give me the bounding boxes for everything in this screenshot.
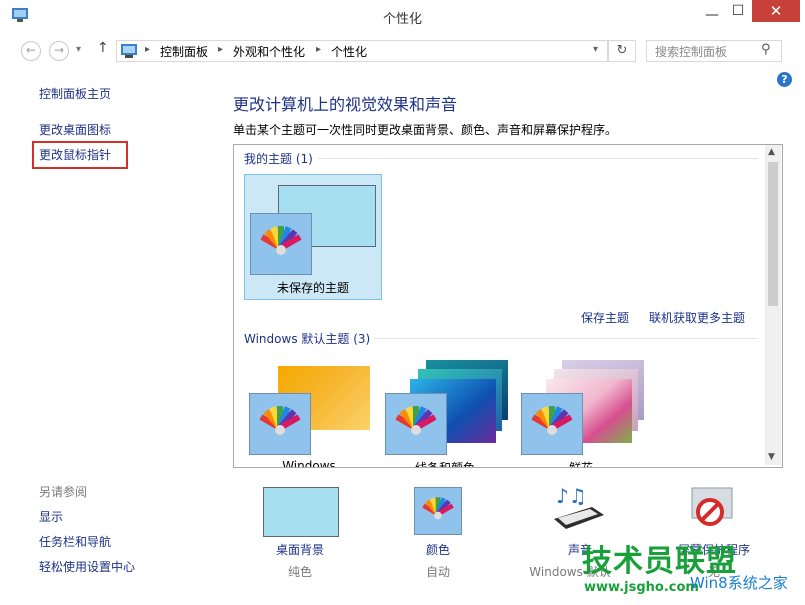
color-palette-icon	[249, 393, 311, 455]
see-also-ease-of-access[interactable]: 轻松使用设置中心	[39, 558, 135, 575]
scrollbar-thumb[interactable]	[768, 162, 778, 306]
desktop-background-link[interactable]: 桌面背景	[250, 541, 350, 558]
scroll-up-icon[interactable]: ▲	[768, 147, 775, 157]
watermark-url: www.jsgho.com	[584, 580, 699, 595]
page-description: 单击某个主题可一次性同时更改桌面背景、颜色、声音和屏幕保护程序。	[233, 123, 618, 137]
desktop-background-icon[interactable]	[263, 487, 339, 537]
search-icon: ⚲	[761, 42, 771, 57]
section-divider	[318, 158, 758, 159]
search-placeholder: 搜索控制面板	[655, 45, 728, 59]
default-themes-label: Windows 默认主题 (3)	[244, 332, 371, 346]
sidebar-change-desktop-icons[interactable]: 更改桌面图标	[39, 121, 111, 138]
sidebar-home-link[interactable]: 控制面板主页	[39, 85, 111, 102]
desktop-background-value: 纯色	[287, 565, 312, 579]
minimize-button[interactable]: —	[698, 4, 726, 28]
screen-saver-icon[interactable]	[686, 486, 742, 534]
up-button[interactable]: ↑	[97, 40, 109, 56]
control-panel-icon	[121, 44, 137, 58]
svg-text:♪♫: ♪♫	[556, 485, 587, 508]
sounds-icon[interactable]: ♪♫	[552, 485, 606, 537]
color-link[interactable]: 颜色	[388, 541, 488, 558]
color-palette-icon	[250, 213, 312, 275]
window-title: 个性化	[382, 12, 422, 27]
breadcrumb-chevron-icon: ▸	[145, 44, 151, 55]
address-dropdown-icon[interactable]: ▾	[593, 44, 598, 55]
theme-flowers-tile[interactable]: 鲜花	[516, 357, 646, 468]
color-icon[interactable]	[414, 487, 462, 535]
scroll-down-icon[interactable]: ▼	[768, 452, 775, 462]
theme-windows-label: Windows	[282, 459, 336, 468]
back-button[interactable]: ←	[21, 41, 41, 61]
sidebar-change-mouse-pointers[interactable]: 更改鼠标指针	[39, 146, 111, 163]
address-bar[interactable]: ▸ 控制面板 ▸ 外观和个性化 ▸ 个性化 ▾	[116, 40, 608, 62]
color-palette-icon	[521, 393, 583, 455]
close-button[interactable]: ✕	[752, 0, 800, 22]
theme-flowers-label: 鲜花	[568, 461, 593, 468]
theme-lines-colors-tile[interactable]: 线条和颜色	[380, 357, 510, 468]
breadcrumb-personalization[interactable]: 个性化	[331, 43, 367, 60]
my-themes-label: 我的主题 (1)	[244, 152, 313, 166]
see-also-taskbar[interactable]: 任务栏和导航	[39, 533, 111, 550]
unsaved-theme-tile[interactable]: 未保存的主题	[244, 174, 382, 300]
color-palette-icon	[385, 393, 447, 455]
breadcrumb-chevron-icon: ▸	[316, 44, 322, 55]
search-input[interactable]: 搜索控制面板 ⚲	[646, 40, 782, 62]
theme-windows-tile[interactable]: Windows	[244, 357, 374, 468]
forward-button[interactable]: →	[49, 41, 69, 61]
section-divider	[374, 338, 758, 339]
unsaved-theme-label: 未保存的主题	[276, 281, 349, 295]
refresh-button[interactable]: ↻	[608, 40, 636, 62]
maximize-button[interactable]: ☐	[728, 0, 748, 24]
breadcrumb-appearance[interactable]: 外观和个性化	[233, 43, 305, 60]
page-heading: 更改计算机上的视觉效果和声音	[233, 95, 458, 114]
color-value: 自动	[425, 565, 450, 579]
help-icon[interactable]: ?	[777, 72, 792, 87]
recent-pages-dropdown[interactable]: ▾	[76, 44, 81, 55]
themes-panel: 我的主题 (1) 未保存的主题 保存主题 联机获取更多主题 Windows 默认	[233, 144, 783, 468]
breadcrumb-control-panel[interactable]: 控制面板	[160, 43, 208, 60]
watermark-suffix: Win8系统之家	[690, 574, 788, 592]
theme-lines-colors-label: 线条和颜色	[414, 461, 475, 468]
see-also-display[interactable]: 显示	[39, 508, 63, 525]
get-more-themes-link[interactable]: 联机获取更多主题	[649, 309, 745, 326]
see-also-title: 另请参阅	[39, 485, 88, 499]
save-theme-link[interactable]: 保存主题	[581, 309, 629, 326]
breadcrumb-chevron-icon: ▸	[218, 44, 224, 55]
